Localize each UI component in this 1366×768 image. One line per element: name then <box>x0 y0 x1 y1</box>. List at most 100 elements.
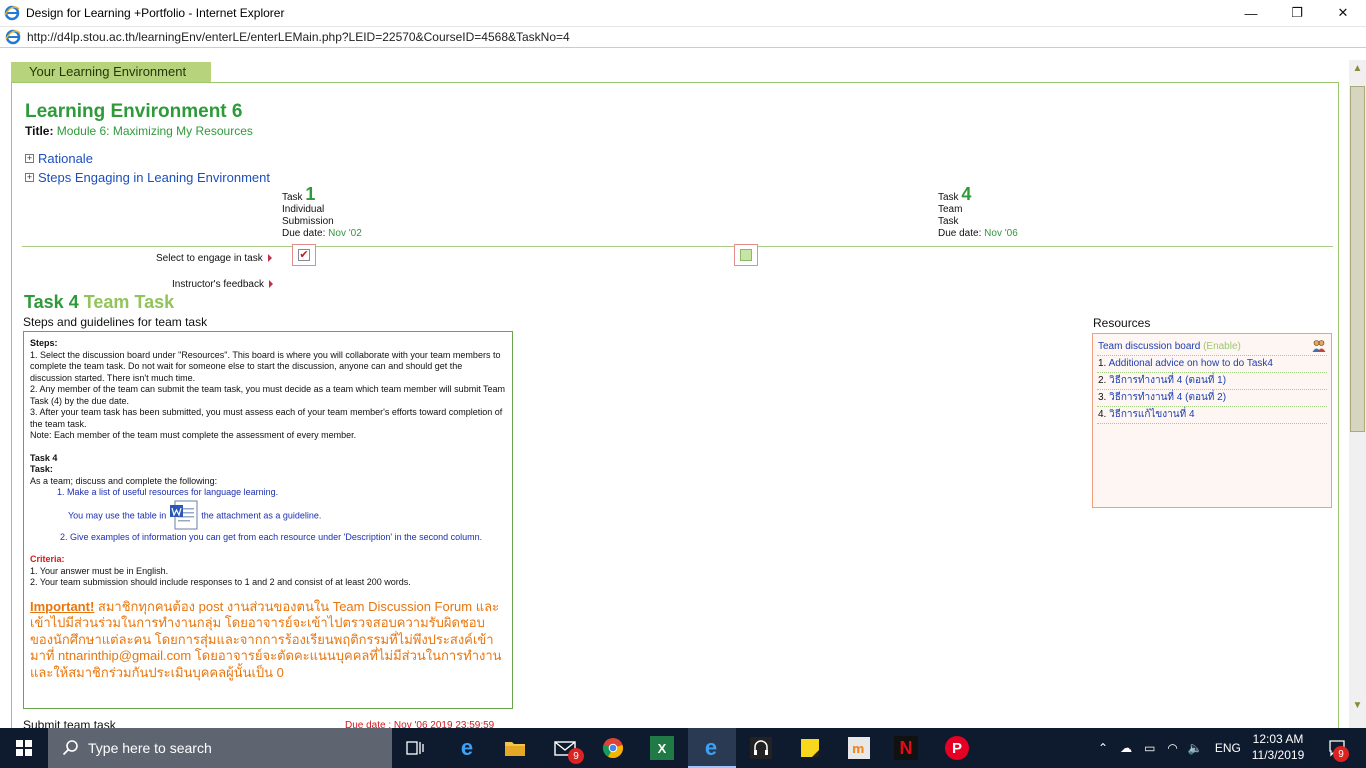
task-4-select-box[interactable] <box>734 244 758 266</box>
address-url[interactable]: http://d4lp.stou.ac.th/learningEnv/enter… <box>27 30 570 44</box>
sticky-notes-icon[interactable] <box>798 736 822 760</box>
pinterest-icon[interactable]: P <box>945 736 969 760</box>
task-view-icon[interactable] <box>404 736 428 760</box>
search-icon <box>62 740 78 756</box>
file-explorer-icon[interactable] <box>503 736 527 760</box>
expand-icon[interactable]: + <box>25 173 34 182</box>
task-label: Task <box>282 192 303 203</box>
desktop: Design for Learning +Portfolio - Interne… <box>0 0 1366 768</box>
criteria-2: 2. Your team submission should include r… <box>30 577 411 587</box>
criteria-1: 1. Your answer must be in English. <box>30 565 169 576</box>
mail-badge: 9 <box>568 748 584 764</box>
onedrive-icon[interactable]: ☁ <box>1120 741 1132 755</box>
task-1-checkbox[interactable]: ✔ <box>298 249 310 261</box>
netflix-icon[interactable]: N <box>894 736 918 760</box>
minimize-button[interactable]: — <box>1228 0 1274 26</box>
wifi-icon[interactable]: ◠ <box>1167 741 1177 755</box>
svg-text:m: m <box>852 742 865 756</box>
address-bar[interactable]: http://d4lp.stou.ac.th/learningEnv/enter… <box>0 26 1366 48</box>
task-type-line1: Individual <box>282 204 325 215</box>
steps-engaging-link[interactable]: + Steps Engaging in Leaning Environment <box>25 170 270 185</box>
scroll-thumb[interactable] <box>1350 86 1365 432</box>
steps-engaging-label[interactable]: Steps Engaging in Leaning Environment <box>38 170 270 185</box>
select-engage-text: Select to engage in task <box>156 253 263 264</box>
instruction-1-table: You may use the table in the attachment … <box>30 500 506 532</box>
resource-item-4[interactable]: 4. วิธีการแก้ไขงานที่ 4 <box>1097 407 1327 424</box>
edge-icon[interactable]: e <box>455 735 479 760</box>
window-title: Design for Learning +Portfolio - Interne… <box>26 6 285 20</box>
team-users-icon[interactable] <box>1312 339 1326 353</box>
steps-guidelines-box: Steps: 1. Select the discussion board un… <box>23 331 513 709</box>
rationale-label[interactable]: Rationale <box>38 151 93 166</box>
page-viewport: Your Learning Environment Learning Envir… <box>0 48 1349 728</box>
resource-num: 4. <box>1098 409 1107 420</box>
battery-icon[interactable]: ▭ <box>1144 741 1155 755</box>
due-value: Nov '06 <box>984 228 1018 239</box>
expand-icon[interactable]: + <box>25 154 34 163</box>
resource-item-3[interactable]: 3. วิธีการทำงานที่ 4 (ตอนที่ 2) <box>1097 390 1327 407</box>
resource-item-2[interactable]: 2. วิธีการทำงานที่ 4 (ตอนที่ 1) <box>1097 373 1327 390</box>
resource-num: 1. <box>1098 358 1107 369</box>
due-label: Due date: <box>282 228 326 239</box>
resource-link[interactable]: วิธีการทำงานที่ 4 (ตอนที่ 1) <box>1109 375 1226 386</box>
step-3: 3. After your team task has been submitt… <box>30 407 503 429</box>
task-1-select-box[interactable]: ✔ <box>292 244 316 266</box>
resources-title: Resources <box>1093 316 1151 330</box>
vertical-scrollbar[interactable]: ▲ ▼ <box>1349 60 1366 728</box>
headphones-app-icon[interactable] <box>749 736 773 760</box>
restore-button[interactable]: ❐ <box>1274 0 1320 26</box>
system-clock[interactable]: 12:03 AM 11/3/2019 <box>1246 731 1310 763</box>
moodle-app-icon[interactable]: m <box>847 736 871 760</box>
page-favicon-icon <box>5 29 21 45</box>
tab-your-learning-environment[interactable]: Your Learning Environment <box>11 62 211 82</box>
step-2: 2. Any member of the team can submit the… <box>30 384 506 406</box>
instructor-feedback-label: Instructor's feedback <box>172 279 273 290</box>
module-title: Title: Module 6: Maximizing My Resources <box>25 124 253 138</box>
submit-team-task-label: Submit team task <box>23 718 116 728</box>
task-intro: As a team; discuss and complete the foll… <box>30 475 218 486</box>
instruction-1b-post: the attachment as a guideline. <box>201 509 322 520</box>
clock-time: 12:03 AM <box>1252 732 1304 746</box>
task-4-checkbox[interactable] <box>740 249 752 261</box>
step-note: Note: Each member of the team must compl… <box>30 430 357 440</box>
chevron-up-icon[interactable]: ⌃ <box>1098 741 1108 755</box>
resource-link[interactable]: Additional advice on how to do Task4 <box>1109 358 1273 369</box>
volume-icon[interactable]: 🔈 <box>1188 741 1203 755</box>
language-indicator[interactable]: ENG <box>1215 741 1241 755</box>
close-button[interactable]: ✕ <box>1320 0 1366 26</box>
window-titlebar: Design for Learning +Portfolio - Interne… <box>0 0 1366 26</box>
search-placeholder[interactable]: Type here to search <box>88 740 212 756</box>
word-document-icon[interactable] <box>169 500 199 532</box>
scroll-down-icon[interactable]: ▼ <box>1349 697 1366 714</box>
system-tray: ⌃ ☁ ▭ ◠ 🔈 ENG <box>1098 728 1241 768</box>
windows-taskbar: Type here to search e 9 X e m N P ⌃ ☁ ▭ … <box>0 728 1366 768</box>
rationale-link[interactable]: + Rationale <box>25 151 93 166</box>
steps-guidelines-title: Steps and guidelines for team task <box>23 315 208 329</box>
resource-item-1[interactable]: 1. Additional advice on how to do Task4 <box>1097 356 1327 373</box>
scroll-up-icon[interactable]: ▲ <box>1349 60 1366 77</box>
task-heading-number: Task 4 <box>24 292 79 312</box>
resource-link[interactable]: วิธีการแก้ไขงานที่ 4 <box>1109 409 1194 420</box>
task-type-line1: Team <box>938 204 963 215</box>
team-discussion-board-link[interactable]: Team discussion board <box>1098 341 1200 352</box>
task-4-column: Task 4 Team Task Due date: Nov '06 <box>938 185 1018 240</box>
important-notice: Important! สมาชิกทุกคนต้อง post งานส่วนข… <box>30 599 506 682</box>
chrome-icon[interactable] <box>601 736 625 760</box>
instruction-1b-pre: You may use the table in <box>68 509 167 520</box>
resource-num: 3. <box>1098 392 1107 403</box>
due-label: Due date: <box>938 228 982 239</box>
instruction-2: 2. Give examples of information you can … <box>60 531 483 542</box>
arrow-right-icon <box>267 254 272 263</box>
taskbar-search-box[interactable]: Type here to search <box>48 728 392 768</box>
learning-environment-title: Learning Environment 6 <box>25 101 243 122</box>
windows-start-icon[interactable] <box>12 736 36 760</box>
excel-icon[interactable]: X <box>650 736 674 760</box>
resource-link[interactable]: วิธีการทำงานที่ 4 (ตอนที่ 2) <box>1109 392 1226 403</box>
task-number: 1 <box>305 184 316 204</box>
task-label: Task <box>938 192 959 203</box>
internet-explorer-icon[interactable]: e <box>699 735 723 760</box>
submit-due-date: Due date : Nov '06 2019 23:59:59 <box>345 720 495 728</box>
team-discussion-board-row[interactable]: Team discussion board (Enable) <box>1097 338 1327 356</box>
internet-explorer-icon <box>4 5 20 21</box>
due-value: Nov '02 <box>328 228 362 239</box>
